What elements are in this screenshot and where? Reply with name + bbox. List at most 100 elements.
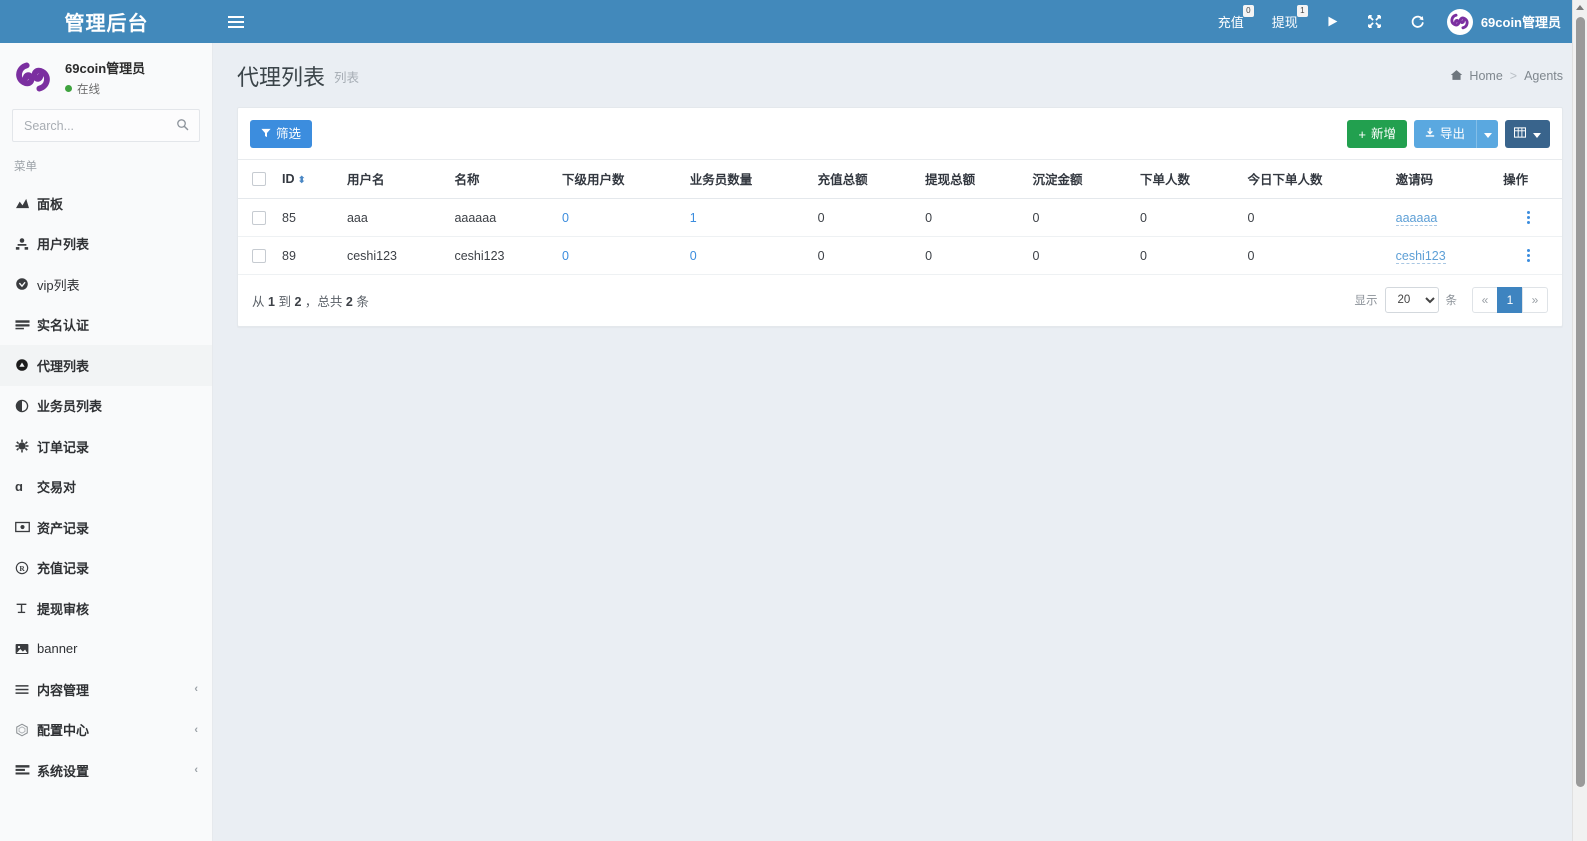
header-fullscreen-button[interactable] <box>1353 0 1396 43</box>
sidebar-item-config-center[interactable]: 配置中心 ‹ <box>0 710 212 751</box>
cell-sub-users[interactable]: 0 <box>553 198 682 237</box>
table-header-row: ID ⬍ 用户名 名称 下级用户数 业务员数量 充值总额 提现总额 沉淀金额 下单… <box>238 159 1562 199</box>
header-refresh-button[interactable] <box>1396 0 1439 43</box>
list-icon <box>15 684 37 695</box>
table-row[interactable]: 85 aaa aaaaaa 0 1 0 0 0 0 0 aaaaaa <box>238 198 1562 237</box>
sidebar-toggle-button[interactable] <box>213 0 259 43</box>
pagination-controls: 显示 20 50 100 条 « 1 » <box>1354 287 1548 313</box>
pagination-summary: 从 1 到 2 ，总共 2 条 <box>252 291 369 310</box>
export-dropdown-button[interactable] <box>1476 120 1498 148</box>
page-size-unit: 条 <box>1445 295 1458 307</box>
caret-up-icon <box>1576 5 1584 10</box>
sidebar-label-agents: 代理列表 <box>37 358 90 374</box>
cell-invite-code[interactable]: aaaaaa <box>1395 210 1438 226</box>
select-all-checkbox[interactable] <box>252 171 266 186</box>
column-name: 名称 <box>446 159 554 199</box>
column-select-all[interactable] <box>238 159 274 199</box>
add-button[interactable]: + 新增 <box>1347 120 1407 148</box>
row-select-cell[interactable] <box>238 236 274 275</box>
cell-agents[interactable]: 1 <box>681 198 810 237</box>
sidebar-item-content-mgmt[interactable]: 内容管理 ‹ <box>0 669 212 710</box>
sidebar-user-panel[interactable]: 69coin管理员 在线 <box>0 43 212 109</box>
cell-deposit-amount: 0 <box>1024 198 1132 237</box>
sidebar-item-realname[interactable]: 实名认证 <box>0 305 212 346</box>
brand-logo-icon <box>12 56 54 98</box>
cell-id: 85 <box>274 198 339 237</box>
header-user-menu[interactable]: 69coin管理员 <box>1439 0 1575 43</box>
expand-icon <box>1367 14 1382 29</box>
row-checkbox[interactable] <box>252 248 266 263</box>
sidebar-status-label: 在线 <box>77 83 100 96</box>
money-icon <box>15 521 37 533</box>
scrollbar-up-arrow[interactable] <box>1573 0 1587 15</box>
app-brand[interactable]: 管理后台 <box>0 0 213 43</box>
cell-sub-users[interactable]: 0 <box>553 236 682 275</box>
sidebar-item-assets[interactable]: 资产记录 <box>0 507 212 548</box>
sidebar-label-content-mgmt: 内容管理 <box>37 682 90 698</box>
sidebar-item-recharge-records[interactable]: R 充值记录 <box>0 548 212 589</box>
chevron-left-icon: ‹ <box>194 723 198 736</box>
header-item-withdraw[interactable]: 提现 1 <box>1258 0 1312 43</box>
recharge-badge: 0 <box>1242 5 1254 17</box>
cell-withdraw-total: 0 <box>917 236 1025 275</box>
download-icon <box>1425 127 1435 141</box>
breadcrumb: Home > Agents <box>1450 69 1563 84</box>
sidebar-item-salesmen[interactable]: 业务员列表 <box>0 386 212 427</box>
row-select-cell[interactable] <box>238 198 274 237</box>
toolbar-right-group: + 新增 导出 <box>1347 120 1550 148</box>
sidebar-item-users[interactable]: 用户列表 <box>0 224 212 265</box>
plus-icon: + <box>1358 126 1366 142</box>
caret-down-icon <box>1533 128 1541 141</box>
sidebar-label-withdraw-audit: 提现审核 <box>37 601 90 617</box>
pager-first-button[interactable]: « <box>1472 287 1498 313</box>
kebab-menu-icon[interactable] <box>1503 211 1554 224</box>
sidebar-item-trading-pairs[interactable]: ɑ 交易对 <box>0 467 212 508</box>
row-checkbox[interactable] <box>252 210 266 225</box>
hamburger-icon <box>228 15 244 28</box>
table-row[interactable]: 89 ceshi123 ceshi123 0 0 0 0 0 0 0 ceshi… <box>238 236 1562 275</box>
column-settings-button[interactable] <box>1505 120 1550 148</box>
cell-invite-code[interactable]: ceshi123 <box>1395 248 1446 264</box>
column-withdraw-total: 提现总额 <box>917 159 1025 199</box>
column-agents: 业务员数量 <box>681 159 810 199</box>
pager: « 1 » <box>1472 287 1548 313</box>
sidebar-label-orders: 订单记录 <box>37 439 90 455</box>
search-input[interactable] <box>13 110 199 141</box>
column-id[interactable]: ID ⬍ <box>274 159 339 199</box>
summary-from: 1 <box>268 294 275 309</box>
window-scrollbar[interactable] <box>1572 0 1587 841</box>
pager-last-button[interactable]: » <box>1522 287 1548 313</box>
sidebar-item-system-settings[interactable]: 系统设置 ‹ <box>0 750 212 791</box>
header-item-recharge[interactable]: 充值 0 <box>1204 0 1258 43</box>
sidebar-item-banner[interactable]: banner <box>0 629 212 670</box>
export-button-label: 导出 <box>1439 126 1465 141</box>
sidebar-item-vip[interactable]: vip列表 <box>0 264 212 305</box>
export-button[interactable]: 导出 <box>1413 120 1476 148</box>
filter-button[interactable]: 筛选 <box>250 120 313 148</box>
contrast-icon <box>15 399 37 413</box>
pager-page-1[interactable]: 1 <box>1497 287 1523 313</box>
search-input-wrapper[interactable] <box>12 109 200 142</box>
column-action: 操作 <box>1495 159 1562 199</box>
sidebar-item-withdraw-audit[interactable]: 提现审核 <box>0 588 212 629</box>
scrollbar-thumb[interactable] <box>1576 17 1585 787</box>
sidebar: 69coin管理员 在线 Search... 菜单 面板 用户列表 vip列表 … <box>0 43 213 841</box>
page-size-label: 显示 <box>1354 295 1378 307</box>
sidebar-item-orders[interactable]: 订单记录 <box>0 426 212 467</box>
cell-deposit-amount: 0 <box>1024 236 1132 275</box>
breadcrumb-home[interactable]: Home <box>1450 69 1503 84</box>
sidebar-username: 69coin管理员 <box>65 60 146 76</box>
header-spacer <box>259 0 1204 43</box>
sidebar-item-agents[interactable]: 代理列表 <box>0 345 212 386</box>
id-card-icon <box>15 319 37 331</box>
body-wrapper: 69coin管理员 在线 Search... 菜单 面板 用户列表 vip列表 … <box>0 43 1587 841</box>
cell-agents[interactable]: 0 <box>681 236 810 275</box>
kebab-menu-icon[interactable] <box>1503 249 1554 262</box>
column-username: 用户名 <box>338 159 447 199</box>
top-header: 管理后台 充值 0 提现 1 69coin管理员 <box>0 0 1587 43</box>
dashboard-icon <box>15 197 37 210</box>
sidebar-item-dashboard[interactable]: 面板 <box>0 183 212 224</box>
sidebar-label-system-settings: 系统设置 <box>37 763 90 779</box>
header-play-button[interactable] <box>1312 0 1353 43</box>
page-size-select[interactable]: 20 50 100 <box>1384 287 1439 313</box>
